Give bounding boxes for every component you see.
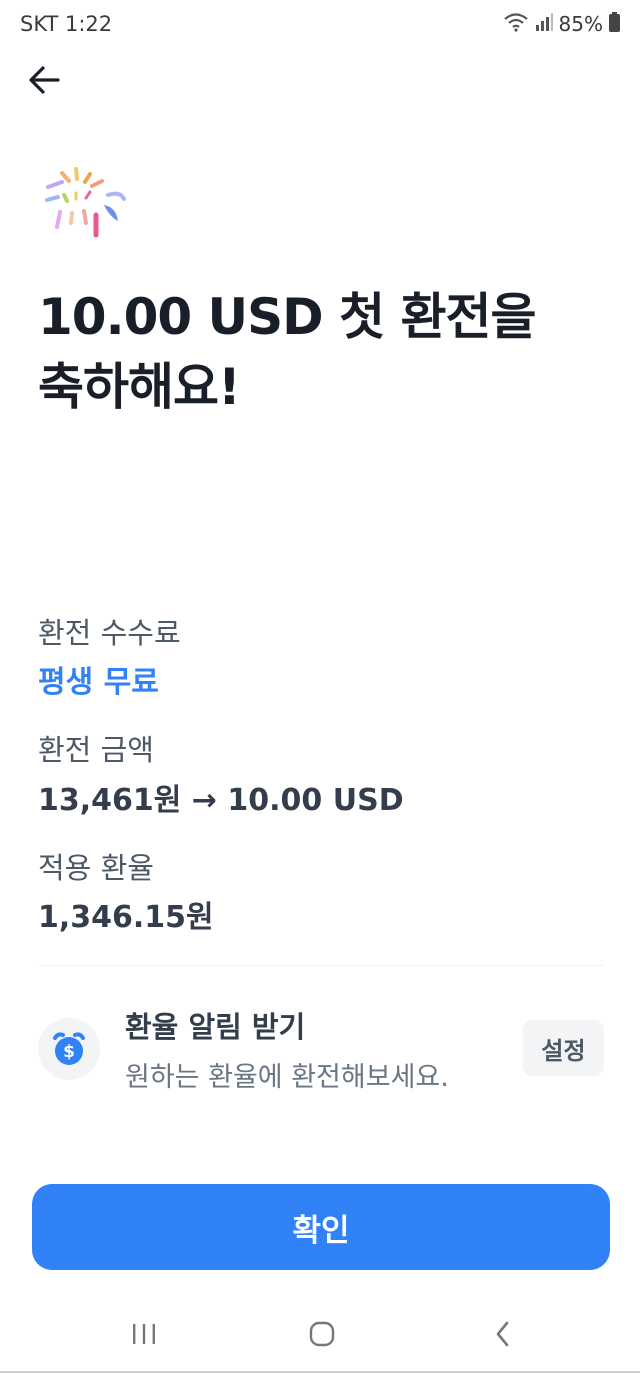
rate-value: 1,346.15원 [38,900,214,935]
recents-icon [131,1322,157,1350]
wifi-icon [503,12,529,36]
back-chevron-icon [493,1320,513,1352]
divider [38,965,604,966]
amount-label: 환전 금액 [38,733,154,767]
status-time: SKT 1:22 [20,12,113,36]
rate-alert-title: 환율 알림 받기 [125,1010,306,1044]
confirm-button[interactable]: 확인 [32,1184,610,1270]
amount-value: 13,461원 → 10.00 USD [38,783,404,818]
fee-value: 평생 무료 [38,665,159,700]
home-icon [308,1320,336,1352]
title-line-2: 축하해요! [38,358,241,416]
signal-icon [535,13,553,35]
navigation-bar [0,1300,640,1373]
recents-button[interactable] [124,1318,164,1354]
alarm-clock-dollar-icon: $ [38,1018,100,1080]
status-icons: 85% [503,12,620,36]
confetti-icon [40,165,130,245]
rate-alert-description: 원하는 환율에 환전해보세요. [125,1062,449,1093]
battery-icon [609,12,620,36]
arrow-left-icon [27,65,61,99]
back-button[interactable] [24,62,64,102]
title-line-1: 10.00 USD 첫 환전을 [38,288,537,346]
svg-text:$: $ [63,1042,75,1062]
rate-alert-setting-button[interactable]: 설정 [523,1020,604,1076]
nav-back-button[interactable] [483,1318,523,1354]
battery-percent: 85% [558,12,603,36]
home-button[interactable] [302,1318,342,1354]
page-title: 10.00 USD 첫 환전을 축하해요! [38,282,618,422]
status-bar: SKT 1:22 85% [0,0,640,50]
fee-label: 환전 수수료 [38,616,181,650]
rate-label: 적용 환율 [38,851,154,885]
